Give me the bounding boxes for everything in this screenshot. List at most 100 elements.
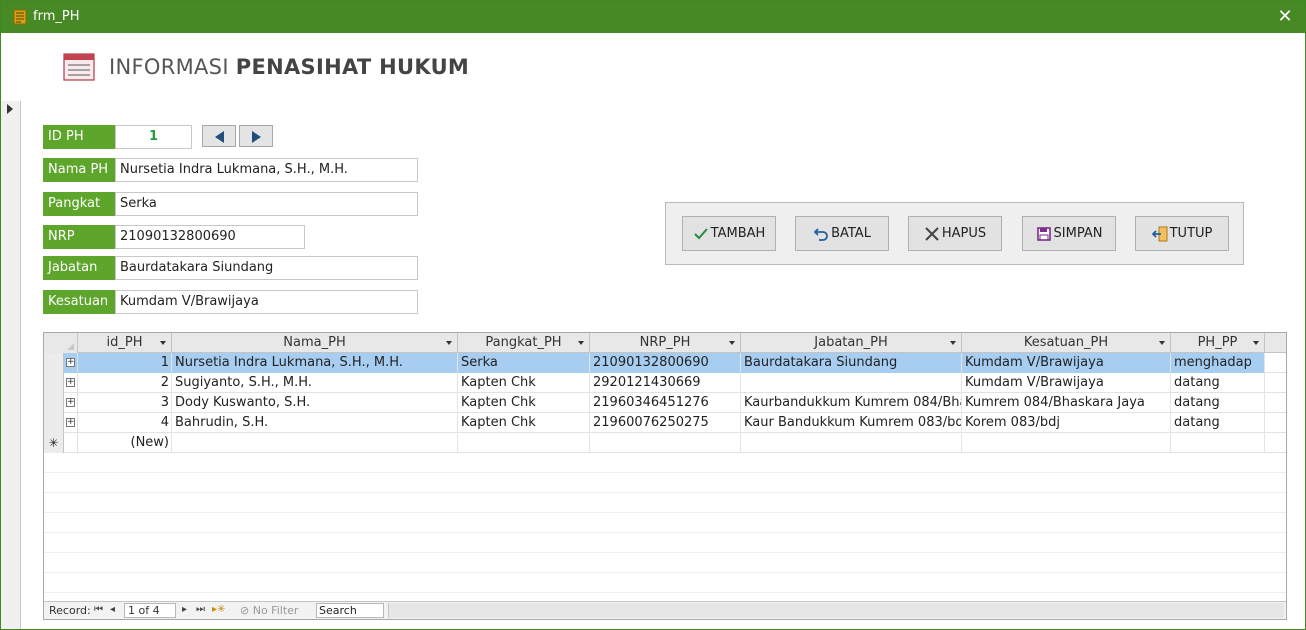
table-row[interactable]: + 2 Sugiyanto, S.H., M.H. Kapten Chk 292… — [44, 373, 1286, 393]
cell-ph-pp-new[interactable] — [1171, 433, 1265, 453]
dropdown-arrow-icon[interactable] — [578, 341, 584, 345]
nama-ph-field[interactable]: Nursetia Indra Lukmana, S.H., M.H. — [115, 158, 418, 182]
close-icon[interactable]: ✕ — [1273, 5, 1297, 29]
next-record-icon[interactable]: ▸ — [182, 604, 187, 615]
current-record-field[interactable]: 1 of 4 — [124, 603, 176, 618]
cell-pangkat-ph-new[interactable] — [458, 433, 590, 453]
cell-id-ph[interactable]: 2 — [78, 373, 172, 393]
cell-kesatuan-ph[interactable]: Kumrem 084/Bhaskara Jaya — [962, 393, 1171, 413]
horizontal-scrollbar[interactable] — [388, 603, 1284, 618]
row-selector[interactable] — [44, 413, 64, 433]
table-row[interactable]: + 3 Dody Kuswanto, S.H. Kapten Chk 21960… — [44, 393, 1286, 413]
cell-ph-pp[interactable]: datang — [1171, 413, 1265, 433]
row-selector[interactable] — [44, 393, 64, 413]
col-header-ph-pp[interactable]: PH_PP — [1171, 333, 1265, 353]
search-input[interactable]: Search — [316, 603, 384, 618]
pangkat-field[interactable]: Serka — [115, 192, 418, 216]
cell-nama-ph[interactable]: Bahrudin, S.H. — [172, 413, 458, 433]
row-selector[interactable] — [44, 353, 64, 373]
col-header-id-ph[interactable]: id_PH — [78, 333, 172, 353]
expand-button[interactable]: + — [64, 393, 78, 413]
dropdown-arrow-icon[interactable] — [950, 341, 956, 345]
batal-button[interactable]: BATAL — [795, 216, 889, 251]
col-header-nrp-ph[interactable]: NRP_PH — [590, 333, 741, 353]
select-all-button[interactable] — [44, 333, 78, 353]
check-icon — [693, 227, 708, 239]
cell-nama-ph[interactable]: Nursetia Indra Lukmana, S.H., M.H. — [172, 353, 458, 373]
cell-nrp-ph-new[interactable] — [590, 433, 741, 453]
cell-pangkat-ph[interactable]: Kapten Chk — [458, 413, 590, 433]
cell-jabatan-ph[interactable]: Kaurbandukkum Kumrem 084/Bhas — [741, 393, 962, 413]
id-ph-field[interactable]: 1 — [115, 125, 192, 149]
cell-nama-ph[interactable]: Dody Kuswanto, S.H. — [172, 393, 458, 413]
new-record-icon: ✳ — [44, 433, 64, 453]
dropdown-arrow-icon[interactable] — [446, 341, 452, 345]
cell-jabatan-ph[interactable]: Baurdatakara Siundang — [741, 353, 962, 373]
cell-kesatuan-ph[interactable]: Kumdam V/Brawijaya — [962, 373, 1171, 393]
cell-kesatuan-ph-new[interactable] — [962, 433, 1171, 453]
form-list-icon — [63, 53, 95, 81]
cell-id-ph[interactable]: 3 — [78, 393, 172, 413]
table-row[interactable]: + 4 Bahrudin, S.H. Kapten Chk 2196007625… — [44, 413, 1286, 433]
hapus-label: HAPUS — [941, 226, 987, 241]
col-header-label: Jabatan_PH — [814, 335, 888, 350]
cell-jabatan-ph-new[interactable] — [741, 433, 962, 453]
cell-nrp-ph[interactable]: 21090132800690 — [590, 353, 741, 373]
new-record-nav-icon[interactable]: ▸✳ — [212, 604, 225, 615]
cell-ph-pp[interactable]: datang — [1171, 373, 1265, 393]
expand-button[interactable]: + — [64, 413, 78, 433]
simpan-label: SIMPAN — [1053, 226, 1103, 241]
simpan-button[interactable]: SIMPAN — [1022, 216, 1116, 251]
col-header-pangkat-ph[interactable]: Pangkat_PH — [458, 333, 590, 353]
cell-nrp-ph[interactable]: 21960346451276 — [590, 393, 741, 413]
new-record-row[interactable]: ✳ (New) — [44, 433, 1286, 453]
dropdown-arrow-icon[interactable] — [729, 341, 735, 345]
no-filter-label: No Filter — [252, 604, 299, 617]
id-ph-label: ID PH — [43, 125, 115, 149]
first-record-icon[interactable]: ⏮ — [94, 604, 103, 615]
record-label: Record: — [49, 604, 91, 617]
cell-ph-pp[interactable]: menghadap — [1171, 353, 1265, 373]
cell-pangkat-ph[interactable]: Kapten Chk — [458, 373, 590, 393]
prev-record-icon[interactable]: ◂ — [110, 604, 115, 615]
expand-button[interactable]: + — [64, 353, 78, 373]
jabatan-field[interactable]: Baurdatakara Siundang — [115, 256, 418, 280]
col-header-kesatuan-ph[interactable]: Kesatuan_PH — [962, 333, 1171, 353]
cell-nama-ph-new[interactable] — [172, 433, 458, 453]
cell-pangkat-ph[interactable]: Serka — [458, 353, 590, 373]
cell-jabatan-ph[interactable] — [741, 373, 962, 393]
cell-id-ph[interactable]: 4 — [78, 413, 172, 433]
cell-kesatuan-ph[interactable]: Korem 083/bdj — [962, 413, 1171, 433]
cell-pangkat-ph[interactable]: Kapten Chk — [458, 393, 590, 413]
record-selector[interactable] — [1, 101, 21, 629]
col-header-jabatan-ph[interactable]: Jabatan_PH — [741, 333, 962, 353]
plus-icon: + — [66, 357, 75, 367]
cell-jabatan-ph[interactable]: Kaur Bandukkum Kumrem 083/bdj — [741, 413, 962, 433]
cell-id-ph[interactable]: 1 — [78, 353, 172, 373]
kesatuan-field[interactable]: Kumdam V/Brawijaya — [115, 290, 418, 314]
table-row[interactable]: + 1 Nursetia Indra Lukmana, S.H., M.H. S… — [44, 353, 1286, 373]
dropdown-arrow-icon[interactable] — [1253, 341, 1259, 345]
batal-label: BATAL — [831, 226, 871, 241]
cell-id-ph-new[interactable]: (New) — [78, 433, 172, 453]
cell-nrp-ph[interactable]: 21960076250275 — [590, 413, 741, 433]
window-title: frm_PH — [33, 9, 80, 24]
dropdown-arrow-icon[interactable] — [160, 341, 166, 345]
cell-kesatuan-ph[interactable]: Kumdam V/Brawijaya — [962, 353, 1171, 373]
last-record-icon[interactable]: ⏭ — [196, 604, 205, 615]
cell-nama-ph[interactable]: Sugiyanto, S.H., M.H. — [172, 373, 458, 393]
expand-button[interactable]: + — [64, 373, 78, 393]
tambah-button[interactable]: TAMBAH — [682, 216, 776, 251]
cell-ph-pp[interactable]: datang — [1171, 393, 1265, 413]
nrp-field[interactable]: 21090132800690 — [115, 225, 305, 249]
hapus-button[interactable]: HAPUS — [908, 216, 1002, 251]
row-selector[interactable] — [44, 373, 64, 393]
dropdown-arrow-icon[interactable] — [1159, 341, 1165, 345]
next-record-button[interactable] — [239, 125, 273, 147]
prev-record-button[interactable] — [202, 125, 236, 147]
col-header-nama-ph[interactable]: Nama_PH — [172, 333, 458, 353]
tutup-button[interactable]: TUTUP — [1135, 216, 1229, 251]
select-all-icon — [67, 343, 74, 350]
cell-nrp-ph[interactable]: 2920121430669 — [590, 373, 741, 393]
no-filter-indicator[interactable]: ⊘ No Filter — [240, 604, 298, 617]
